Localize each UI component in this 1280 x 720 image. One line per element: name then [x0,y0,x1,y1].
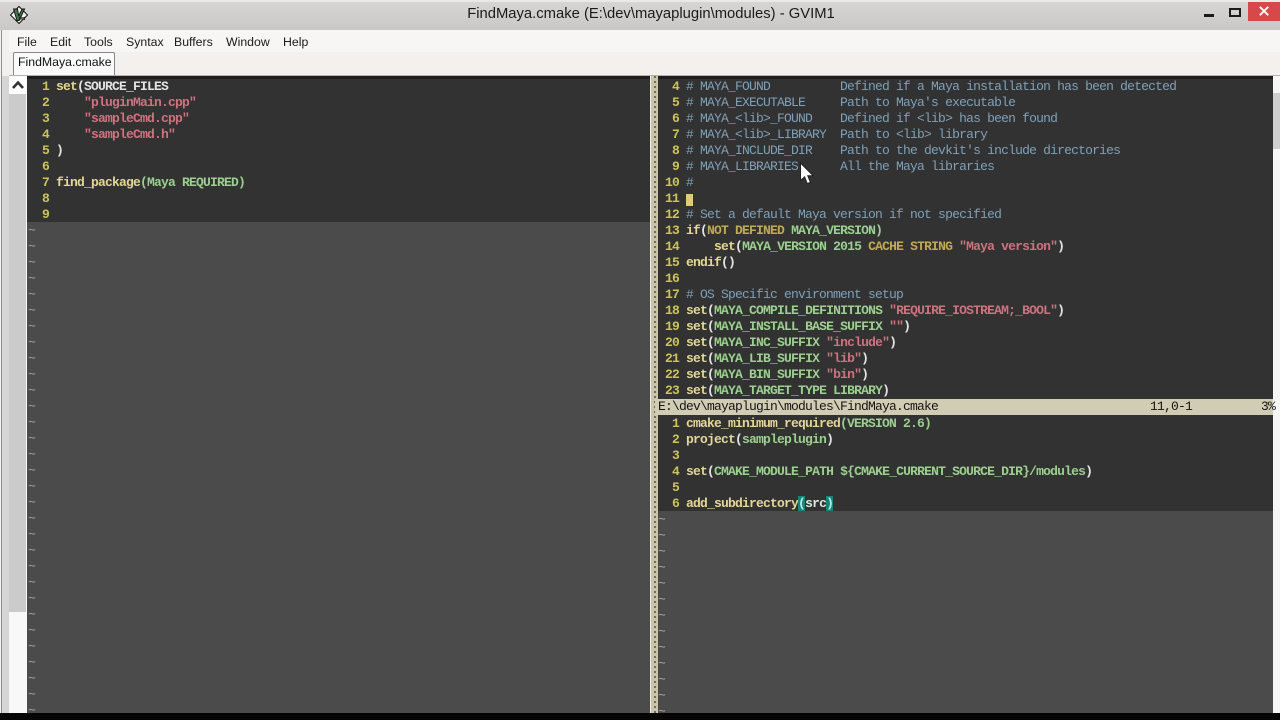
svg-text:im: im [19,15,26,22]
